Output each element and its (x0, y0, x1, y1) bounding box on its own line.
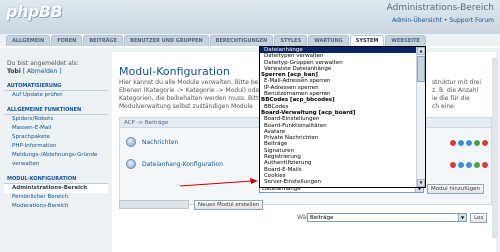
disable-icon[interactable] (450, 140, 456, 146)
admin-panel-title: Administrations-Bereich (386, 3, 494, 13)
menu-heading-allgemeine-funktionen: ALLGEMEINE FUNKTIONEN (4, 106, 108, 115)
tab-foren[interactable]: FOREN (51, 35, 83, 46)
dropdown-scroll-thumb[interactable] (417, 56, 425, 82)
description-line: struktur mit drei (432, 79, 482, 86)
create-module-button[interactable]: Neues Modul erstellen (194, 200, 264, 210)
page-description-right: struktur mit drei z. B. die Anzahl ie di… (432, 79, 496, 111)
module-dropdown-list[interactable]: Dateianhänge Dateitypen verwalten Dateit… (259, 46, 426, 188)
go-button[interactable]: Los (470, 213, 488, 223)
page-title: Modul-Konfiguration (119, 65, 230, 78)
choose-module-select[interactable]: Beiträge ▼ (307, 213, 467, 222)
tab-styles[interactable]: STYLES (274, 35, 308, 46)
dropdown-options: Dateianhänge Dateitypen verwalten Dateit… (260, 47, 418, 186)
logout-link[interactable]: [ Abmelden ] (23, 68, 62, 75)
scroll-down-icon[interactable]: ▼ (417, 179, 425, 187)
module-link[interactable]: Dateianhang-Konfiguration (142, 161, 223, 168)
header-links[interactable]: Admin-Übersicht • Support Forum (392, 17, 494, 24)
module-icon (126, 159, 136, 169)
sidebar-item-sprachpakete[interactable]: Sprachpakete (4, 133, 108, 142)
sidebar-item-update-check[interactable]: Auf Update prüfen (4, 91, 108, 100)
dropdown-option[interactable]: Server-Einstellungen (260, 179, 418, 185)
header: phpBB Administrations-Bereich Admin-Über… (0, 0, 500, 34)
row-actions (450, 140, 488, 146)
sidebar-item-massen-email[interactable]: Massen-E-Mail (4, 124, 108, 133)
menu-heading-automatisierung: AUTOMATISIERUNG (4, 82, 108, 91)
description-line: z. B. die Anzahl (432, 87, 479, 94)
sidebar-item-php-information[interactable]: PHP-Information (4, 142, 108, 151)
delete-icon[interactable] (482, 162, 488, 168)
main-tabs: ALLGEMEIN FOREN BEITRÄGE BENUTZER UND GR… (6, 35, 426, 47)
user-box: Du bist angemeldet als: Tobi [ Abmelden … (4, 60, 108, 76)
annotation-arrow-icon (180, 178, 258, 187)
module-row[interactable]: Dateianhang-Konfiguration (126, 158, 223, 170)
phpbb-logo[interactable]: phpBB (6, 2, 63, 21)
move-down-icon[interactable] (466, 162, 472, 168)
sidebar-item-persoenlicher-bereich[interactable]: Persönlicher Bereich (4, 193, 108, 202)
move-up-icon[interactable] (458, 140, 464, 146)
sidebar-item-meldungs-gruende-cont[interactable]: verwalten (4, 160, 108, 169)
row-actions (450, 162, 488, 168)
chevron-down-icon[interactable]: ▼ (458, 214, 466, 221)
description-line: ch eine (432, 103, 454, 110)
scroll-up-icon[interactable]: ▲ (417, 47, 425, 55)
move-down-icon[interactable] (466, 140, 472, 146)
move-up-icon[interactable] (458, 162, 464, 168)
username: Tobi (7, 68, 21, 75)
sidebar-item-spiders-robots[interactable]: Spiders/Robots (4, 115, 108, 124)
module-link[interactable]: Nachrichten (142, 139, 178, 146)
module-icon (126, 137, 136, 147)
tab-beitraege[interactable]: BEITRÄGE (83, 35, 124, 46)
add-module-button[interactable]: Modul hinzufügen (427, 184, 485, 194)
logged-in-label: Du bist angemeldet als: (7, 60, 79, 67)
tab-webseite[interactable]: WEBSEITE (385, 35, 426, 46)
disable-icon[interactable] (450, 162, 456, 168)
dropdown-scrollbar[interactable]: ▲ ▼ (416, 47, 425, 187)
sidebar-item-meldungs-gruende[interactable]: Meldungs-/Ablehnungs-Gründe (4, 151, 108, 160)
edit-icon[interactable] (474, 140, 480, 146)
tab-benutzer-und-gruppen[interactable]: BENUTZER UND GRUPPEN (124, 35, 209, 46)
new-module-name-input[interactable] (119, 200, 189, 209)
tab-allgemein[interactable]: ALLGEMEIN (6, 35, 51, 46)
choose-module-value: Beiträge (310, 215, 334, 221)
delete-icon[interactable] (482, 140, 488, 146)
tab-berechtigungen[interactable]: BERECHTIGUNGEN (209, 35, 274, 46)
edit-icon[interactable] (474, 162, 480, 168)
description-line: ie die für die (432, 95, 470, 102)
menu-heading-modul-konfiguration: MODUL-KONFIGURATION (4, 175, 108, 184)
tab-wartung[interactable]: WARTUNG (308, 35, 349, 46)
sidebar-item-moderations-bereich[interactable]: Moderations-Bereich (4, 202, 108, 211)
module-row[interactable]: Nachrichten (126, 136, 178, 148)
page-scrollbar[interactable] (492, 58, 498, 238)
sidebar: Du bist angemeldet als: Tobi [ Abmelden … (4, 60, 108, 211)
sidebar-item-administrations-bereich[interactable]: Administrations-Bereich (4, 184, 108, 193)
